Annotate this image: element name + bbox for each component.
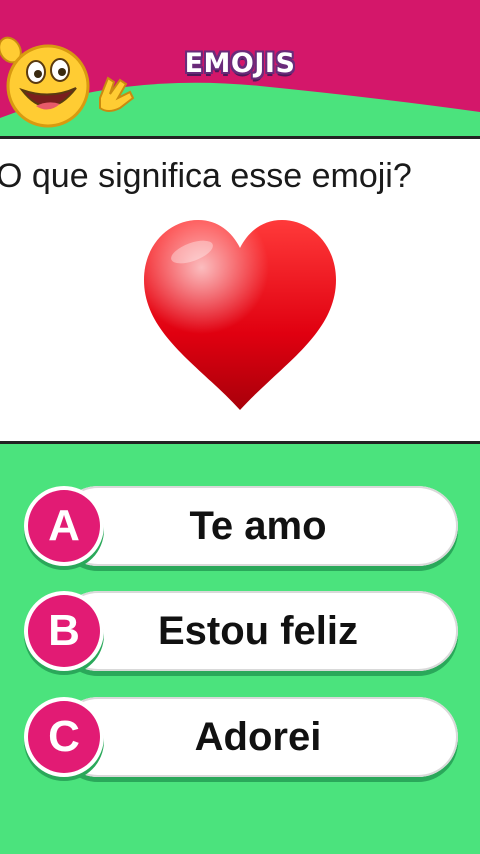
red-heart-icon: [140, 216, 340, 412]
answer-label: Adorei: [194, 715, 322, 759]
answer-badge: C: [24, 697, 104, 777]
answer-badge: A: [24, 486, 104, 566]
answer-letter: A: [28, 490, 100, 562]
answer-option-a[interactable]: Te amo A: [24, 486, 460, 566]
answer-badge: B: [24, 591, 104, 671]
game-title: EMOJIS: [184, 48, 296, 79]
question-text: O que significa esse emoji?: [0, 157, 412, 195]
answer-label: Estou feliz: [157, 609, 359, 653]
answer-label: Te amo: [189, 504, 327, 548]
answer-letter: C: [28, 701, 100, 773]
grinning-waving-emoji-icon: [0, 28, 150, 128]
answer-option-c[interactable]: Adorei C: [24, 697, 460, 777]
answer-letter: B: [28, 595, 100, 667]
answer-option-b[interactable]: Estou feliz B: [24, 591, 460, 671]
